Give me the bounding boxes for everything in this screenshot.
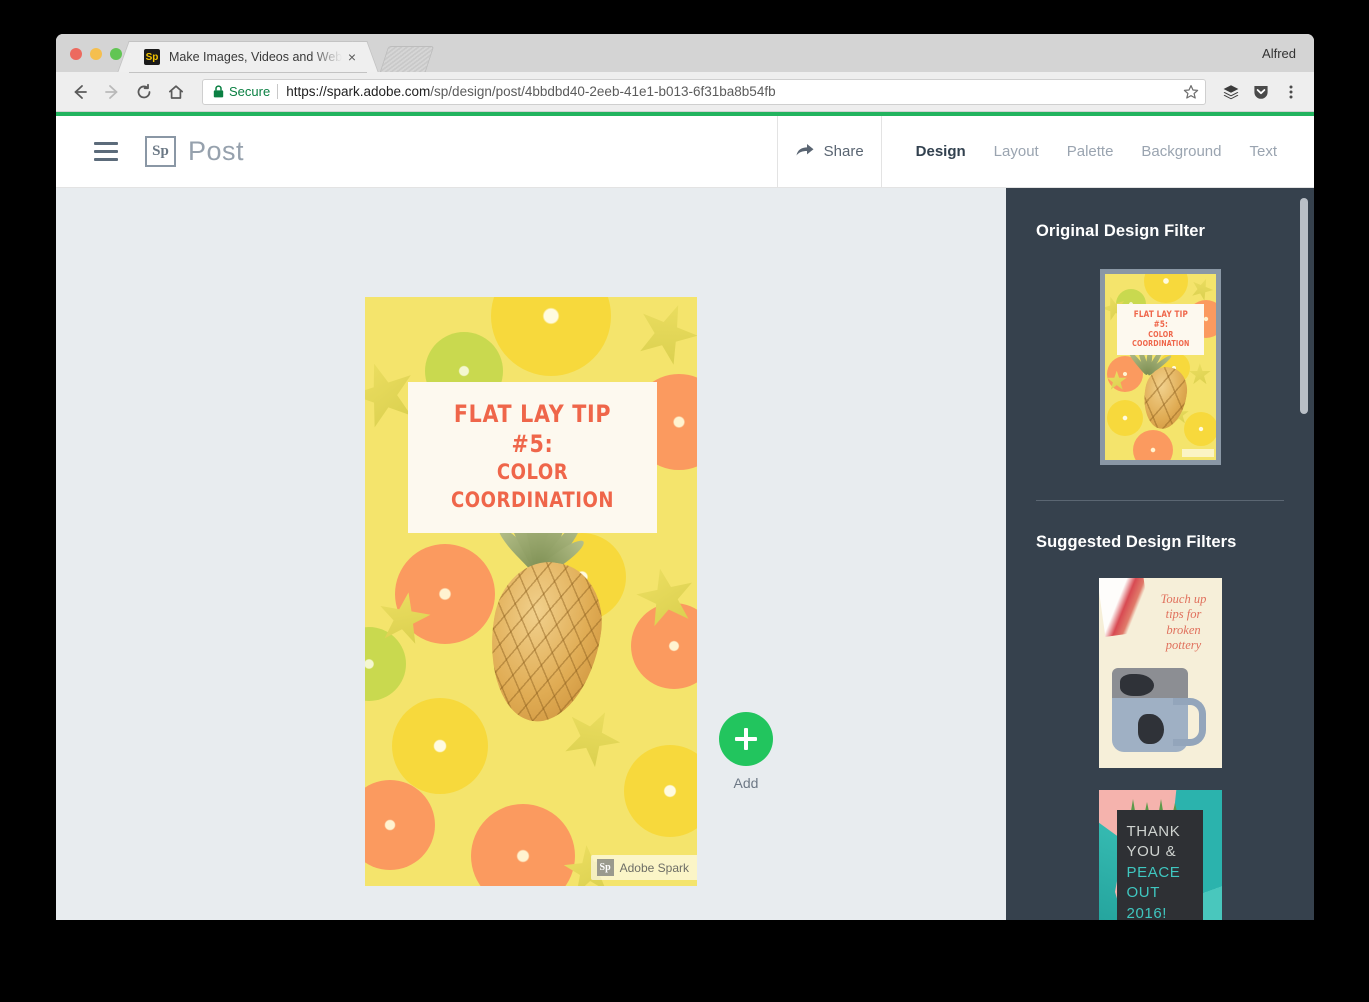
thumbnail-headline-line2: COLOR COORDINATION [1131,329,1190,348]
design-headline[interactable]: FLAT LAY TIP #5: COLOR COORDINATION [408,382,658,533]
original-design-filter-thumbnail[interactable]: FLAT LAY TIP #5: COLOR COORDINATION [1099,269,1221,465]
orange-slice [471,803,576,886]
lemon-slice [623,744,697,837]
adobe-spark-watermark[interactable]: Sp Adobe Spark [590,855,697,880]
original-design-filter-title: Original Design Filter [1036,222,1206,240]
design-headline-line2: COLOR COORDINATION [451,460,615,512]
spark-logo-icon: Sp [145,136,176,167]
pottery-caption-line: Touch up [1160,592,1207,606]
pottery-caption-line: pottery [1165,637,1202,652]
app-body: FLAT LAY TIP #5: COLOR COORDINATION Sp A… [56,188,1314,920]
bookmark-star-icon[interactable] [1175,84,1199,100]
lemon-slice [1184,411,1216,446]
lemon-slice [1144,274,1189,304]
share-arrow-icon [795,141,815,163]
thank-you-line: OUT [1126,884,1160,902]
suggested-filter-thank-you[interactable]: THANK YOU & PEACE OUT 2016! [1098,790,1222,920]
url-text: https://spark.adobe.com/sp/design/post/4… [286,84,775,99]
tab-background[interactable]: Background [1141,116,1221,188]
thank-you-line: PEACE [1126,863,1181,881]
thumbnail-headline: FLAT LAY TIP #5: COLOR COORDINATION [1116,303,1205,355]
pottery-caption-line: tips for [1165,607,1202,622]
url-path: /sp/design/post/4bbdbd40-2eeb-41e1-b013-… [430,84,776,99]
lemon-slice [491,297,612,376]
watermark-logo-icon: Sp [596,859,614,876]
tab-layout[interactable]: Layout [994,116,1039,188]
pocket-icon[interactable] [1248,79,1274,105]
thank-you-line: THANK [1126,823,1181,840]
starfruit-slice [554,699,630,775]
orange-slice [630,603,697,690]
back-arrow-icon[interactable] [66,78,94,106]
lemon-slice [391,697,488,794]
thank-you-card: THANK YOU & PEACE OUT 2016! [1116,810,1203,920]
lock-icon [213,85,224,98]
omnibox-separator [277,84,279,99]
window-controls [56,48,122,72]
address-bar[interactable]: Secure https://spark.adobe.com/sp/design… [202,78,1206,105]
add-label: Add [733,775,759,791]
reload-icon[interactable] [130,78,158,106]
app-brand: Sp Post [145,116,244,187]
new-tab-button[interactable] [379,46,435,72]
header-spacer [244,116,777,187]
browser-toolbar: Secure https://spark.adobe.com/sp/design… [56,72,1314,112]
thumbnail-watermark [1181,449,1214,457]
mug-illustration [1111,668,1206,752]
share-label: Share [823,143,864,160]
editor-tabs: Design Layout Palette Background Text [882,116,1314,187]
lemon-slice [1106,400,1143,437]
tab-text[interactable]: Text [1249,116,1277,188]
pineapple-leaves [1126,343,1173,376]
url-host: spark.adobe.com [326,84,431,99]
share-button[interactable]: Share [776,116,882,187]
url-scheme: https:// [286,84,327,99]
suggested-filter-broken-pottery[interactable]: Touch up tips for broken pottery [1098,578,1222,768]
sidebar-divider [1036,500,1284,501]
orange-slice [365,779,436,870]
design-headline-line1: FLAT LAY TIP #5: [454,400,612,459]
watermark-label: Adobe Spark [619,860,689,875]
tab-title: Make Images, Videos and Web [169,50,342,64]
pottery-caption-line: broken [1166,622,1201,637]
forward-arrow-icon[interactable] [98,78,126,106]
pouring-liquid [1098,578,1151,637]
minimize-window-button[interactable] [90,48,102,60]
starfruit-slice [1188,274,1217,303]
post-design[interactable]: FLAT LAY TIP #5: COLOR COORDINATION Sp A… [365,297,697,886]
starfruit-slice [628,297,697,372]
design-canvas[interactable]: FLAT LAY TIP #5: COLOR COORDINATION Sp A… [56,188,1006,920]
tab-design[interactable]: Design [916,116,966,188]
add-page-control[interactable]: Add [708,712,784,791]
tab-palette[interactable]: Palette [1067,116,1114,188]
suggested-design-filters-title: Suggested Design Filters [1036,533,1237,551]
thumbnail-headline-line1: FLAT LAY TIP #5: [1133,309,1188,330]
orange-slice [1133,430,1174,460]
maximize-window-button[interactable] [110,48,122,60]
browser-window: Sp Make Images, Videos and Web × Alfred … [56,34,1314,920]
lime-slice [365,626,406,701]
design-filter-sidebar: Original Design Filter FLAT LAY TIP #5: … [1006,188,1314,920]
pottery-caption: Touch up tips for broken pottery [1153,592,1215,653]
spark-app: Sp Post Share Design Layout Palette Back… [56,116,1314,920]
thank-you-line: YOU & [1126,843,1177,861]
secure-label: Secure [229,84,271,99]
three-dot-menu-icon[interactable] [1278,79,1304,105]
design-preview[interactable]: FLAT LAY TIP #5: COLOR COORDINATION Sp A… [365,297,697,886]
app-header: Sp Post Share Design Layout Palette Back… [56,116,1314,188]
browser-tab-strip: Sp Make Images, Videos and Web × Alfred [56,34,1314,72]
home-icon[interactable] [162,78,190,106]
close-window-button[interactable] [70,48,82,60]
page-title: Post [188,136,245,166]
hamburger-menu-icon[interactable] [94,116,118,187]
thank-you-line: 2016! [1126,904,1168,920]
browser-profile-name[interactable]: Alfred [1262,46,1314,72]
close-tab-icon[interactable]: × [348,50,356,64]
browser-tab[interactable]: Sp Make Images, Videos and Web × [130,42,366,72]
plus-icon[interactable] [719,712,773,766]
sidebar-scrollbar[interactable] [1300,198,1308,414]
layers-extension-icon[interactable] [1218,79,1244,105]
starfruit-slice [1189,363,1211,385]
tab-favicon-icon: Sp [144,49,160,65]
